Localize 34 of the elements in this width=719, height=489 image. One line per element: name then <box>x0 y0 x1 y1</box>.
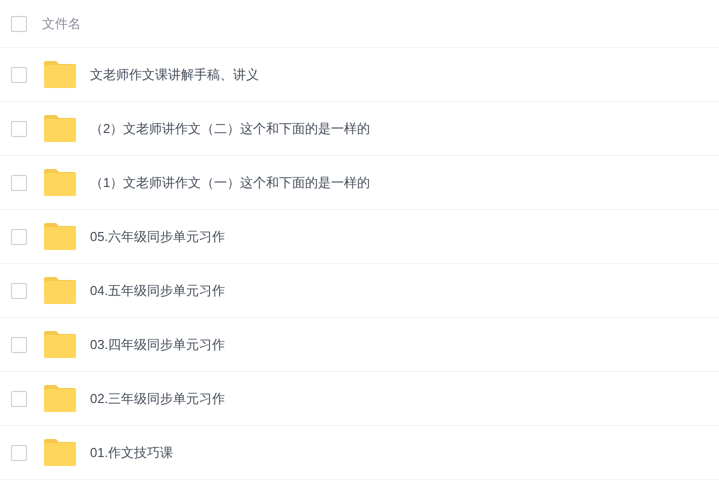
file-row[interactable]: 02.三年级同步单元习作 <box>0 372 719 426</box>
checkbox[interactable] <box>11 120 27 136</box>
file-name: （2）文老师讲作文（二）这个和下面的是一样的 <box>90 120 370 138</box>
folder-icon <box>44 61 76 88</box>
folder-icon <box>44 169 76 196</box>
checkbox[interactable] <box>11 16 27 32</box>
file-name: 03.四年级同步单元习作 <box>90 336 226 354</box>
file-row[interactable]: 03.四年级同步单元习作 <box>0 318 719 372</box>
checkbox[interactable] <box>11 174 27 190</box>
file-row[interactable]: 01.作文技巧课 <box>0 426 719 480</box>
checkbox[interactable] <box>11 66 27 82</box>
folder-icon <box>44 439 76 466</box>
file-row[interactable]: 05.六年级同步单元习作 <box>0 210 719 264</box>
checkbox[interactable] <box>11 390 27 406</box>
file-row[interactable]: （2）文老师讲作文（二）这个和下面的是一样的 <box>0 102 719 156</box>
column-header: 文件名 <box>42 14 81 33</box>
checkbox[interactable] <box>11 228 27 244</box>
folder-icon <box>44 331 76 358</box>
checkbox[interactable] <box>11 336 27 352</box>
file-name: 文老师作文课讲解手稿、讲义 <box>90 66 259 84</box>
file-row[interactable]: 文老师作文课讲解手稿、讲义 <box>0 48 719 102</box>
file-row[interactable]: （1）文老师讲作文（一）这个和下面的是一样的 <box>0 156 719 210</box>
folder-icon <box>44 115 76 142</box>
folder-icon <box>44 385 76 412</box>
file-name: 02.三年级同步单元习作 <box>90 390 226 408</box>
file-name: 05.六年级同步单元习作 <box>90 228 226 246</box>
file-name: 04.五年级同步单元习作 <box>90 282 226 300</box>
checkbox[interactable] <box>11 444 27 460</box>
file-row[interactable]: 04.五年级同步单元习作 <box>0 264 719 318</box>
file-name: （1）文老师讲作文（一）这个和下面的是一样的 <box>90 174 370 192</box>
checkbox[interactable] <box>11 282 27 298</box>
folder-icon <box>44 223 76 250</box>
file-name: 01.作文技巧课 <box>90 444 174 462</box>
folder-icon <box>44 277 76 304</box>
